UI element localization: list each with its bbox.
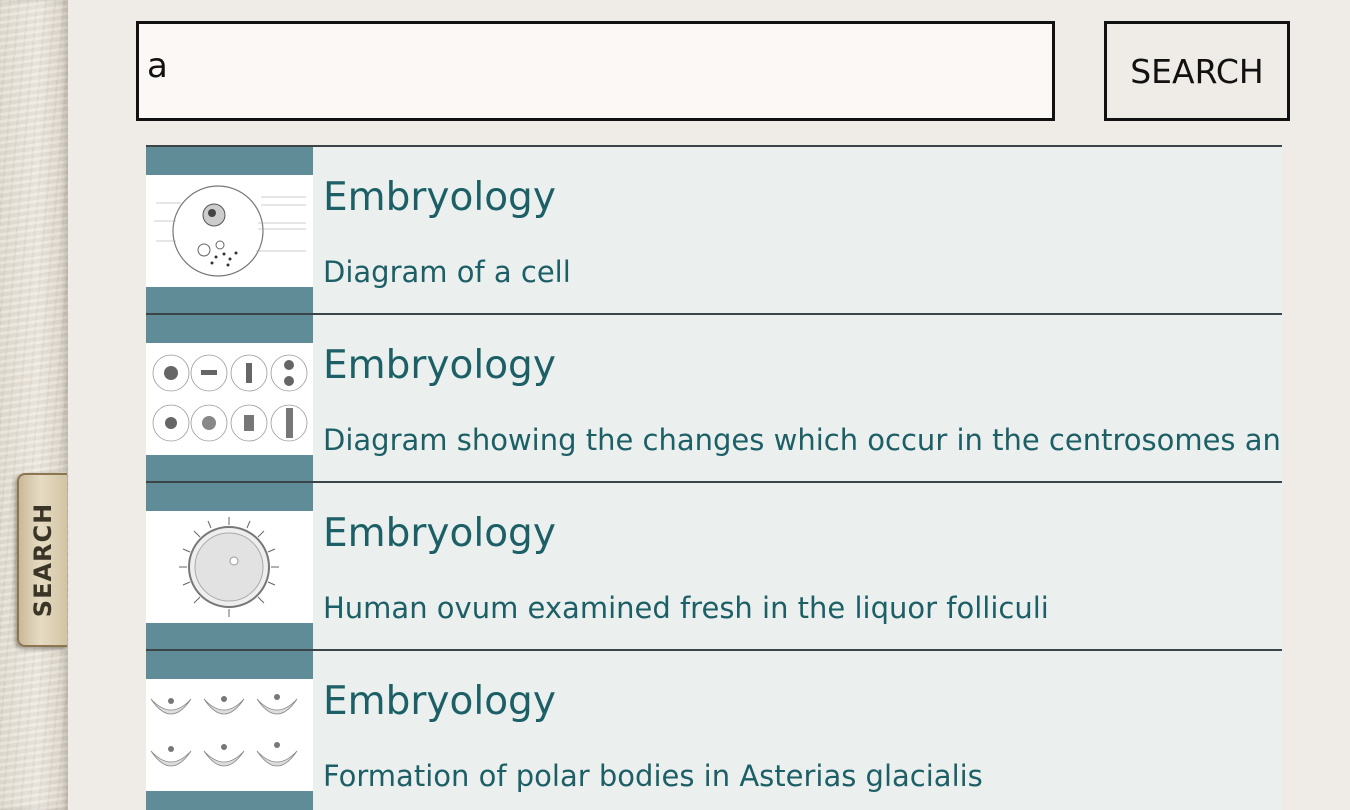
result-item[interactable]: Embryology Diagram showing the changes w… (146, 313, 1282, 481)
result-title: Embryology (323, 679, 556, 724)
cell-diagram-image (146, 175, 313, 287)
result-description: Diagram showing the changes which occur … (323, 423, 1282, 457)
polar-bodies-image (146, 679, 313, 791)
result-item[interactable]: Embryology Formation of polar bodies in … (146, 649, 1282, 810)
result-title: Embryology (323, 511, 556, 556)
result-item[interactable]: Embryology Diagram of a cell (146, 145, 1282, 313)
human-ovum-image (146, 511, 313, 623)
side-search-tab[interactable]: SEARCH (17, 473, 67, 647)
left-sidebar-strip (0, 0, 68, 810)
result-description: Diagram of a cell (323, 255, 571, 289)
result-description: Human ovum examined fresh in the liquor … (323, 591, 1049, 625)
search-button[interactable]: SEARCH (1104, 21, 1290, 121)
results-list: Embryology Diagram of a cell Embryology … (146, 145, 1282, 810)
thumbnail-frame (146, 147, 313, 313)
result-title: Embryology (323, 343, 556, 388)
result-title: Embryology (323, 175, 556, 220)
search-input[interactable] (147, 46, 1052, 86)
search-input-box[interactable] (136, 21, 1055, 121)
thumbnail-frame (146, 651, 313, 810)
centrosome-changes-image (146, 343, 313, 455)
side-search-tab-label: SEARCH (29, 502, 57, 618)
thumbnail-frame (146, 315, 313, 481)
thumbnail-frame (146, 483, 313, 649)
result-description: Formation of polar bodies in Asterias gl… (323, 759, 983, 793)
result-item[interactable]: Embryology Human ovum examined fresh in … (146, 481, 1282, 649)
